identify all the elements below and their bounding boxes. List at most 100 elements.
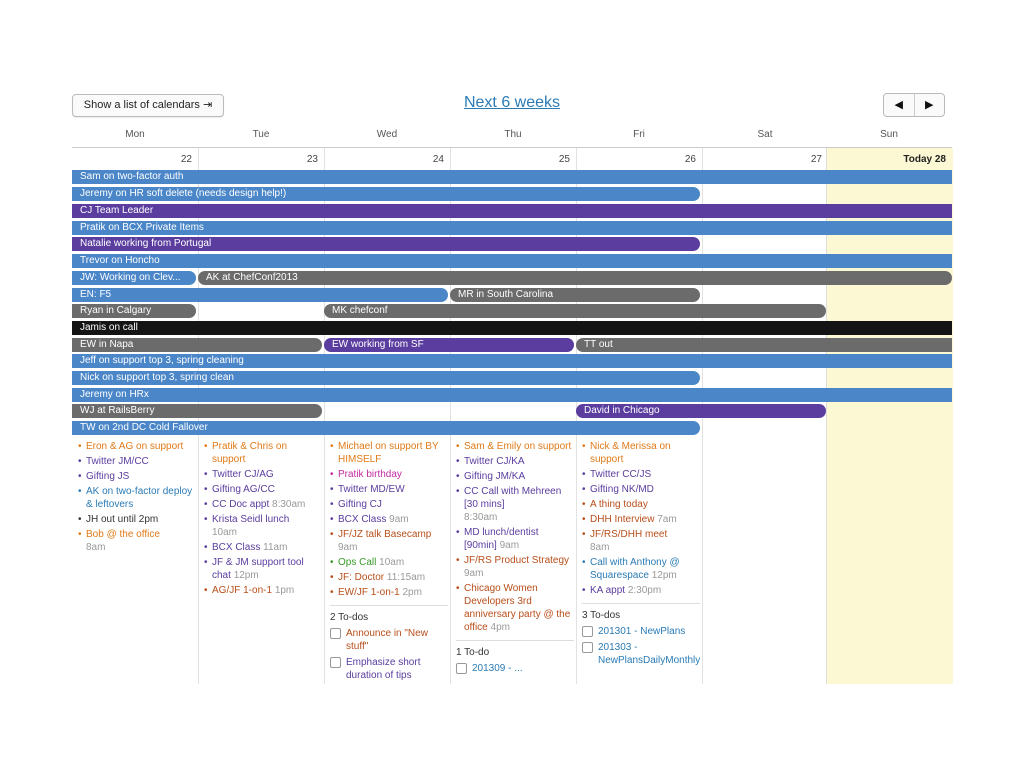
- list-item[interactable]: Ops Call 10am: [330, 556, 448, 569]
- list-item[interactable]: CC Call with Mehreen [30 mins] 8:30am: [456, 485, 574, 524]
- item-time: 7am: [657, 514, 677, 525]
- event-bar[interactable]: CJ Team Leader: [72, 204, 952, 218]
- list-item[interactable]: Sam & Emily on support: [456, 440, 574, 453]
- event-bar[interactable]: David in Chicago: [576, 404, 826, 418]
- event-bar[interactable]: MR in South Carolina: [450, 288, 700, 302]
- item-title: Bob @ the office: [86, 529, 160, 540]
- event-bar[interactable]: Natalie working from Portugal: [72, 237, 700, 251]
- item-time: 9am: [464, 568, 484, 579]
- todo-checkbox[interactable]: [330, 628, 341, 639]
- event-bar[interactable]: MK chefconf: [324, 304, 826, 318]
- day-header-thu: Thu: [504, 129, 522, 140]
- list-item[interactable]: Chicago Women Developers 3rd anniversary…: [456, 582, 574, 634]
- list-item[interactable]: Gifting JS: [78, 470, 196, 483]
- todo-title: 201301 - NewPlans: [598, 626, 686, 637]
- list-item[interactable]: Bob @ the office 8am: [78, 528, 196, 554]
- event-bar[interactable]: Jamis on call: [72, 321, 952, 335]
- list-item[interactable]: Twitter JM/CC: [78, 455, 196, 468]
- event-bar[interactable]: TW on 2nd DC Cold Fallover: [72, 421, 700, 435]
- list-item[interactable]: BCX Class 9am: [330, 513, 448, 526]
- list-item[interactable]: BCX Class 11am: [204, 541, 322, 554]
- todo-checkbox[interactable]: [330, 657, 341, 668]
- item-title: Gifting JS: [86, 471, 130, 482]
- todo-checkbox[interactable]: [456, 663, 467, 674]
- item-time: 2:30pm: [627, 585, 662, 596]
- list-item[interactable]: Eron & AG on support: [78, 440, 196, 453]
- item-time: 8am: [86, 542, 106, 553]
- list-item[interactable]: Call with Anthony @ Squarespace 12pm: [582, 556, 700, 582]
- list-item[interactable]: JH out until 2pm: [78, 513, 196, 526]
- list-item[interactable]: Pratik & Chris on support: [204, 440, 322, 466]
- show-calendars-button[interactable]: Show a list of calendars ⇥: [72, 94, 224, 117]
- list-item[interactable]: AK on two-factor deploy & leftovers: [78, 485, 196, 511]
- list-item[interactable]: Twitter CJ/KA: [456, 455, 574, 468]
- list-item[interactable]: Gifting AG/CC: [204, 483, 322, 496]
- event-bar[interactable]: WJ at RailsBerry: [72, 404, 322, 418]
- todo-checkbox[interactable]: [582, 642, 593, 653]
- event-bar[interactable]: Ryan in Calgary: [72, 304, 196, 318]
- day-header-sun: Sun: [880, 129, 898, 140]
- wed-items: Michael on support BY HIMSELF Pratik bir…: [330, 440, 448, 685]
- page-title[interactable]: Next 6 weeks: [412, 94, 612, 112]
- event-bar[interactable]: Jeremy on HR soft delete (needs design h…: [72, 187, 700, 201]
- day-header-mon: Mon: [125, 129, 145, 140]
- list-item[interactable]: Gifting NK/MD: [582, 483, 700, 496]
- event-bar[interactable]: Pratik on BCX Private Items: [72, 221, 952, 235]
- todo-item[interactable]: 201309 - ...: [456, 662, 574, 675]
- list-item[interactable]: Nick & Merissa on support: [582, 440, 700, 466]
- event-bar[interactable]: Sam on two-factor auth: [72, 170, 952, 184]
- list-item[interactable]: JF/RS Product Strategy 9am: [456, 554, 574, 580]
- list-item[interactable]: JF/RS/DHH meet 8am: [582, 528, 700, 554]
- list-item[interactable]: KA appt 2:30pm: [582, 584, 700, 597]
- event-bar[interactable]: Nick on support top 3, spring clean: [72, 371, 700, 385]
- list-item[interactable]: JF: Doctor 11:15am: [330, 571, 448, 584]
- list-item[interactable]: EW/JF 1-on-1 2pm: [330, 586, 448, 599]
- todo-item[interactable]: Emphasize short duration of tips: [330, 656, 448, 682]
- prev-arrow-icon[interactable]: ◀: [884, 94, 915, 116]
- event-bar[interactable]: JW: Working on Clev...: [72, 271, 196, 285]
- list-item[interactable]: Twitter CJ/AG: [204, 468, 322, 481]
- thu-items: Sam & Emily on support Twitter CJ/KA Gif…: [456, 440, 574, 678]
- list-item[interactable]: A thing today: [582, 498, 700, 511]
- event-bar[interactable]: Jeff on support top 3, spring cleaning: [72, 354, 952, 368]
- event-bar[interactable]: Trevor on Honcho: [72, 254, 952, 268]
- todo-item[interactable]: Announce in "New stuff": [330, 627, 448, 653]
- list-item[interactable]: Pratik birthday: [330, 468, 448, 481]
- item-title: CC Call with Mehreen [30 mins]: [464, 486, 562, 510]
- item-title: Pratik birthday: [338, 469, 402, 480]
- list-item[interactable]: Twitter MD/EW: [330, 483, 448, 496]
- list-item[interactable]: Krista Seidl lunch 10am: [204, 513, 322, 539]
- list-item[interactable]: JF/JZ talk Basecamp 9am: [330, 528, 448, 554]
- event-bar[interactable]: EN: F5: [72, 288, 448, 302]
- date-26: 26: [684, 154, 696, 165]
- next-arrow-icon[interactable]: ▶: [915, 94, 945, 116]
- list-item[interactable]: Twitter CC/JS: [582, 468, 700, 481]
- tue-items: Pratik & Chris on support Twitter CJ/AG …: [204, 440, 322, 599]
- list-item[interactable]: AG/JF 1-on-1 1pm: [204, 584, 322, 597]
- list-item[interactable]: Gifting CJ: [330, 498, 448, 511]
- todo-title: 201309 - ...: [472, 663, 523, 674]
- event-bar[interactable]: Jeremy on HRx: [72, 388, 952, 402]
- list-item[interactable]: CC Doc appt 8:30am: [204, 498, 322, 511]
- event-bar[interactable]: AK at ChefConf2013: [198, 271, 952, 285]
- list-item[interactable]: Gifting JM/KA: [456, 470, 574, 483]
- list-item[interactable]: DHH Interview 7am: [582, 513, 700, 526]
- item-title: Gifting JM/KA: [464, 471, 526, 482]
- list-item[interactable]: JF & JM support tool chat 12pm: [204, 556, 322, 582]
- event-bar[interactable]: EW working from SF: [324, 338, 574, 352]
- item-time: 11:15am: [386, 572, 426, 583]
- todo-checkbox[interactable]: [582, 626, 593, 637]
- item-title: Nick & Merissa on support: [590, 441, 671, 465]
- item-title: Ops Call: [338, 557, 377, 568]
- todo-title: 201303 - NewPlansDailyMonthly: [598, 642, 701, 666]
- todo-item[interactable]: 201303 - NewPlansDailyMonthly: [582, 641, 700, 667]
- item-title: BCX Class: [212, 542, 261, 553]
- item-time: 9am: [338, 542, 358, 553]
- event-bar[interactable]: TT out: [576, 338, 952, 352]
- event-bar[interactable]: EW in Napa: [72, 338, 322, 352]
- todo-item[interactable]: 201301 - NewPlans: [582, 625, 700, 638]
- list-item[interactable]: MD lunch/dentist [90min] 9am: [456, 526, 574, 552]
- list-item[interactable]: Michael on support BY HIMSELF: [330, 440, 448, 466]
- todos-header: 2 To-dos: [330, 605, 448, 624]
- item-title: Twitter CC/JS: [590, 469, 652, 480]
